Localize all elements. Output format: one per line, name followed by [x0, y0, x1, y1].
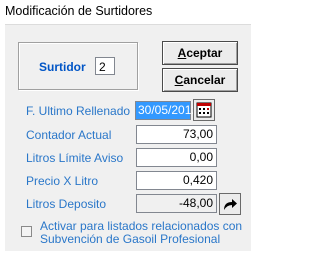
cancel-button[interactable]: Cancelar — [162, 68, 238, 92]
gasoil-subsidy-label: Activar para listados relacionados con S… — [40, 220, 250, 246]
surtidor-group: Surtidor 2 — [18, 42, 138, 90]
accept-mnemonic: A — [177, 46, 187, 60]
tank-liters-value: -48,00 — [136, 194, 217, 213]
liters-limit-input[interactable]: 0,00 — [136, 148, 217, 167]
accept-button[interactable]: Aceptar — [162, 41, 238, 65]
liters-limit-label: Litros Límite Aviso — [26, 151, 124, 165]
accept-label: ceptar — [186, 46, 223, 60]
last-refill-label: F. Ultimo Rellenado — [26, 104, 131, 118]
surtidor-input[interactable]: 2 — [95, 57, 115, 75]
price-per-liter-input[interactable]: 0,420 — [136, 171, 217, 190]
tank-liters-label: Litros Deposito — [26, 197, 107, 211]
calendar-icon — [196, 102, 212, 118]
gasoil-subsidy-checkbox[interactable] — [21, 226, 32, 237]
cancel-label: ancelar — [183, 73, 226, 87]
tank-liters-action-button[interactable] — [219, 193, 241, 215]
cancel-mnemonic: C — [174, 73, 184, 87]
current-counter-input[interactable]: 73,00 — [136, 125, 217, 144]
title-bar: Modificación de Surtidores — [0, 0, 256, 24]
current-counter-label: Contador Actual — [26, 128, 112, 142]
window-border-right — [251, 24, 256, 255]
window-title: Modificación de Surtidores — [5, 4, 153, 18]
curved-arrow-icon — [224, 199, 237, 210]
price-per-liter-label: Precio X Litro — [26, 174, 99, 188]
surtidor-label: Surtidor — [39, 60, 86, 74]
last-refill-date-input[interactable]: 30/05/2012 — [135, 101, 198, 120]
calendar-button[interactable] — [193, 99, 215, 121]
gasoil-subsidy-label-line2: Subvención de Gasoil Profesional — [40, 232, 221, 246]
